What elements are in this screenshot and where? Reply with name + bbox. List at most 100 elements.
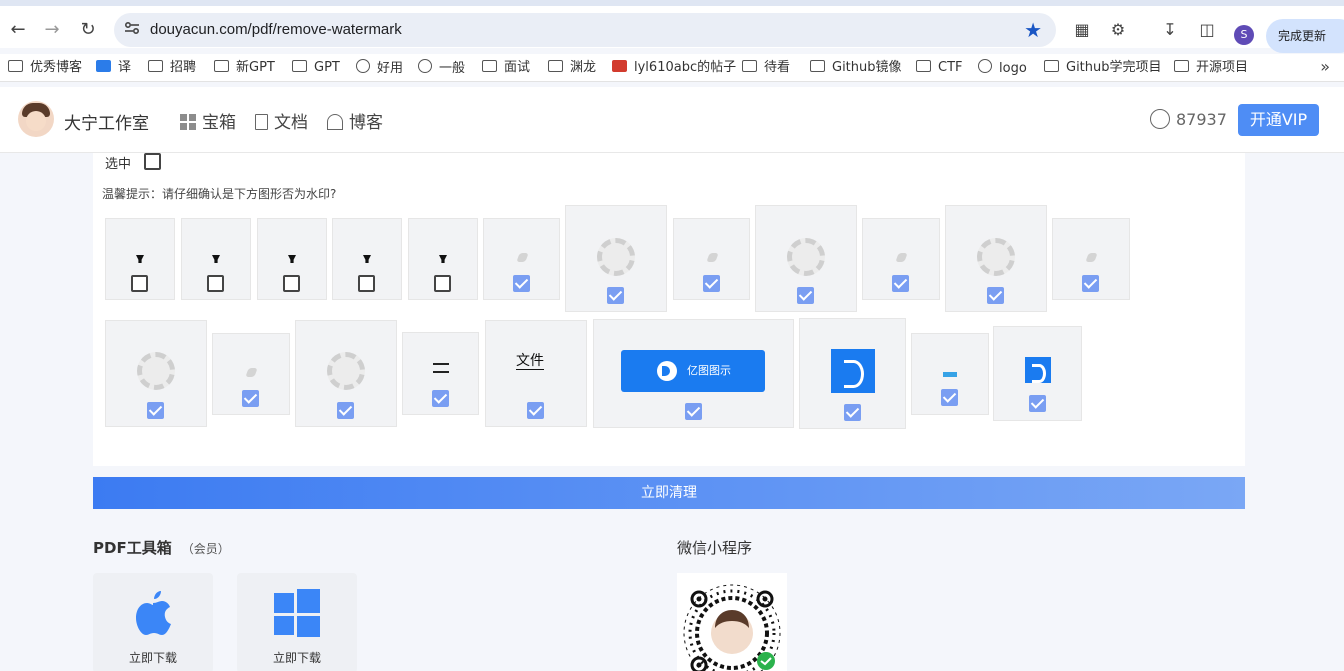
mac-download-card[interactable]: 立即下载	[93, 573, 213, 671]
nav-item-treasure[interactable]: 宝箱	[180, 108, 236, 133]
site-settings-icon[interactable]	[124, 20, 140, 36]
watermark-tile[interactable]	[945, 205, 1047, 312]
bookmark-item[interactable]: 待看	[742, 59, 790, 77]
document-icon	[255, 114, 268, 130]
tee-icon	[439, 255, 447, 263]
watermark-tile[interactable]	[755, 205, 857, 312]
watermark-tile[interactable]	[1052, 218, 1130, 300]
tile-checkbox[interactable]	[207, 275, 224, 292]
watermark-tile[interactable]	[212, 333, 290, 415]
openai-icon	[356, 59, 370, 73]
bookmark-item[interactable]: 优秀博客	[8, 59, 82, 77]
tile-checkbox[interactable]	[434, 275, 451, 292]
watermark-tile[interactable]	[332, 218, 402, 300]
extensions-icon[interactable]: ⚙	[1108, 20, 1128, 40]
select-all-checkbox[interactable]	[144, 153, 161, 170]
tile-checkbox[interactable]	[527, 402, 544, 419]
watermark-tile[interactable]	[257, 218, 327, 300]
globe-icon	[978, 59, 992, 73]
bookmark-item[interactable]: 渊龙	[548, 59, 596, 77]
reload-icon[interactable]: ↻	[78, 20, 98, 40]
bookmark-item[interactable]: CTF	[916, 59, 963, 77]
windows-icon	[274, 589, 320, 637]
translate-icon	[96, 60, 111, 72]
bookmark-item[interactable]: Github镜像	[810, 59, 902, 77]
brand-name[interactable]: 大宁工作室	[64, 109, 149, 134]
faint-mark	[705, 253, 719, 262]
bookmark-item[interactable]: 译	[96, 59, 131, 77]
watermark-tile[interactable]	[402, 332, 479, 415]
tile-checkbox[interactable]	[941, 389, 958, 406]
qr-code-icon[interactable]: ▦	[1072, 20, 1092, 40]
tile-checkbox[interactable]	[283, 275, 300, 292]
bookmark-item[interactable]: 一般	[418, 59, 465, 77]
tile-checkbox[interactable]	[431, 390, 449, 407]
select-all-row[interactable]: 选中	[105, 153, 161, 172]
watermark-tile[interactable]	[105, 320, 207, 427]
watermark-tile[interactable]	[295, 320, 397, 427]
tile-checkbox[interactable]	[337, 402, 354, 419]
watermark-tile[interactable]	[911, 333, 989, 415]
watermark-tile[interactable]	[799, 318, 906, 429]
tile-checkbox[interactable]	[892, 275, 909, 292]
user-count[interactable]: 87937	[1150, 109, 1227, 129]
line-mark	[432, 363, 449, 365]
side-panel-icon[interactable]: ◫	[1197, 20, 1217, 40]
address-bar[interactable]: douyacun.com/pdf/remove-watermark ★	[114, 13, 1056, 47]
url-text: douyacun.com/pdf/remove-watermark	[150, 21, 402, 38]
folder-icon	[1174, 60, 1189, 72]
tile-checkbox[interactable]	[1028, 395, 1046, 412]
nav-item-blog[interactable]: 博客	[327, 108, 383, 133]
bookmark-item[interactable]: 新GPT	[214, 59, 275, 77]
bookmark-item[interactable]: GPT	[292, 59, 340, 77]
tile-checkbox[interactable]	[131, 275, 148, 292]
tee-icon	[136, 255, 144, 263]
watermark-tile[interactable]	[565, 205, 667, 312]
watermark-tile[interactable]	[862, 218, 940, 300]
tile-checkbox[interactable]	[1082, 275, 1099, 292]
watermark-tile[interactable]	[483, 218, 560, 300]
faint-mark	[895, 253, 908, 262]
watermark-tile[interactable]: 亿图图示	[593, 319, 794, 428]
watermark-tile[interactable]	[993, 326, 1082, 421]
tile-checkbox[interactable]	[607, 287, 624, 304]
tile-checkbox[interactable]	[512, 275, 530, 292]
windows-download-card[interactable]: 立即下载	[237, 573, 357, 671]
logo-avatar[interactable]	[18, 101, 54, 137]
tile-checkbox[interactable]	[797, 287, 814, 304]
tile-checkbox[interactable]	[242, 390, 259, 407]
watermark-tile[interactable]	[673, 218, 750, 300]
hint-text: 温馨提示：请仔细确认是下方图形否为水印?	[102, 187, 337, 201]
profile-avatar[interactable]: S	[1234, 25, 1254, 45]
tile-checkbox[interactable]	[147, 402, 164, 419]
watermark-tile[interactable]	[105, 218, 175, 300]
watermark-tile[interactable]	[181, 218, 251, 300]
tee-icon	[363, 255, 371, 263]
bookmark-item[interactable]: 开源项目	[1174, 59, 1248, 77]
bookmark-item[interactable]: Github学完项目	[1044, 59, 1162, 77]
nav-item-docs[interactable]: 文档	[255, 108, 308, 133]
tile-checkbox[interactable]	[843, 404, 861, 421]
tile-checkbox[interactable]	[358, 275, 375, 292]
tile-checkbox[interactable]	[702, 275, 720, 292]
bookmark-item[interactable]: 好用	[356, 59, 403, 77]
back-arrow-icon[interactable]: ←	[8, 20, 28, 40]
tile-checkbox[interactable]	[987, 287, 1004, 304]
bookmark-item[interactable]: logo	[978, 59, 1027, 77]
tile-checkbox[interactable]	[684, 403, 702, 420]
watermark-tile[interactable]: 文件	[485, 320, 587, 427]
watermark-tile[interactable]	[408, 218, 478, 300]
folder-icon	[482, 60, 497, 72]
bookmark-star-icon[interactable]: ★	[1024, 18, 1042, 42]
forum-icon	[612, 60, 627, 72]
download-icon[interactable]: ↧	[1160, 20, 1180, 40]
chevron-right-icon[interactable]: »	[1320, 57, 1330, 76]
bookmark-item[interactable]: 面试	[482, 59, 530, 77]
clean-now-button[interactable]: 立即清理	[93, 477, 1245, 509]
swirl-watermark	[977, 238, 1015, 276]
bookmark-item[interactable]: lyl610abc的帖子	[612, 59, 736, 77]
update-button[interactable]: 完成更新	[1266, 19, 1344, 53]
forward-arrow-icon[interactable]: →	[42, 20, 62, 40]
vip-button[interactable]: 开通VIP	[1238, 104, 1319, 136]
bookmark-item[interactable]: 招聘	[148, 59, 196, 77]
